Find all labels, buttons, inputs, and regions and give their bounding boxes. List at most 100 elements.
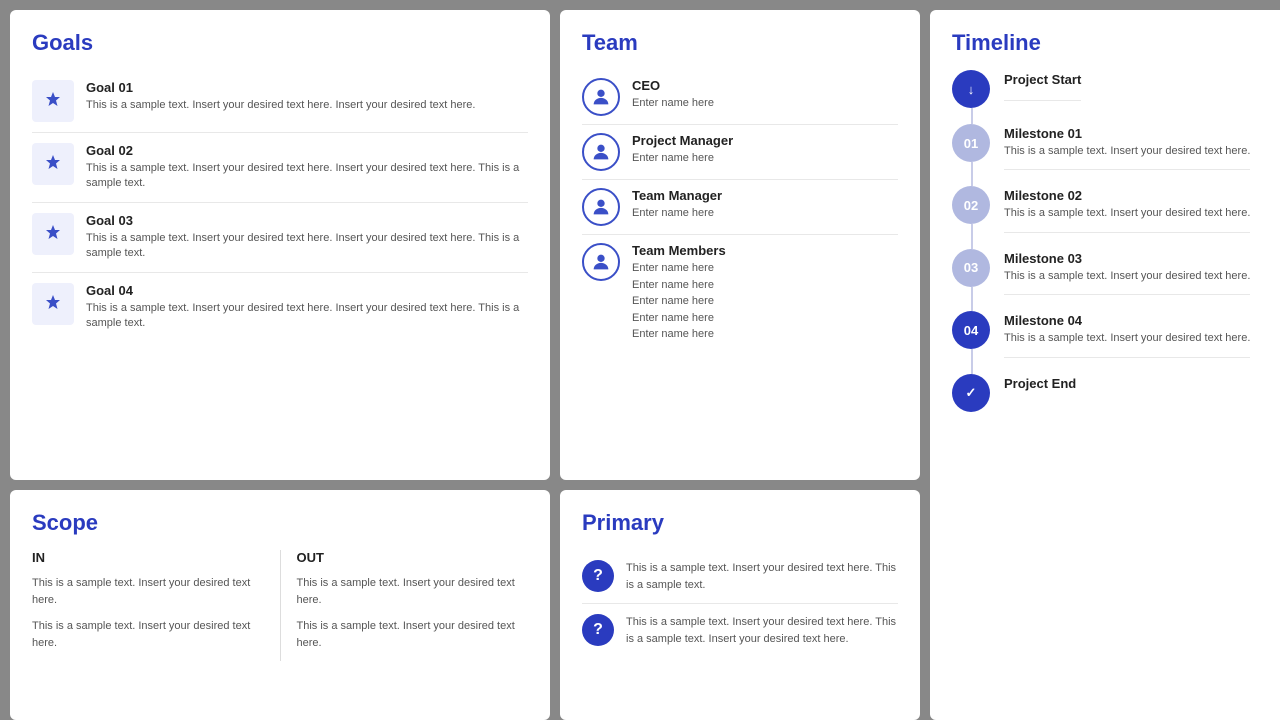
member-role: Project Manager [632,133,733,148]
goals-card: Goals Goal 01 This is a sample text. Ins… [10,10,550,480]
goal-label: Goal 02 [86,143,528,158]
member-role: CEO [632,78,714,93]
team-member-item: Team Manager Enter name here [582,180,898,235]
primary-text: This is a sample text. Insert your desir… [626,560,898,593]
goal-label: Goal 04 [86,283,528,298]
goal-label: Goal 01 [86,80,475,95]
timeline-node: 04 [952,311,990,349]
member-avatar [582,243,620,281]
goal-text: Goal 03 This is a sample text. Insert yo… [86,213,528,262]
timeline-node: ✓ [952,374,990,412]
goal-description: This is a sample text. Insert your desir… [86,231,528,262]
timeline-content: Project End [1004,374,1076,394]
goal-icon [32,213,74,255]
primary-icon: ? [582,614,614,646]
member-name: Enter name here [632,310,726,327]
goal-icon [32,283,74,325]
goal-description: This is a sample text. Insert your desir… [86,161,528,192]
scope-in-text: This is a sample text. Insert your desir… [32,618,264,651]
timeline-label: Milestone 02 [1004,188,1250,203]
timeline-content: Milestone 01 This is a sample text. Inse… [1004,124,1250,170]
team-title: Team [582,30,898,56]
timeline-label: Milestone 03 [1004,251,1250,266]
main-layout: Goals Goal 01 This is a sample text. Ins… [0,0,1280,720]
member-name: Enter name here [632,277,726,294]
timeline-label: Milestone 01 [1004,126,1250,141]
scope-in-paragraphs: This is a sample text. Insert your desir… [32,575,264,651]
team-member-item: Team Members Enter name hereEnter name h… [582,235,898,351]
goal-item: Goal 02 This is a sample text. Insert yo… [32,133,528,203]
team-member-item: Project Manager Enter name here [582,125,898,180]
scope-in-column: IN This is a sample text. Insert your de… [32,550,281,661]
timeline-content: Milestone 04 This is a sample text. Inse… [1004,311,1250,357]
member-info: Team Manager Enter name here [632,188,722,222]
primary-list: ? This is a sample text. Insert your des… [582,550,898,657]
goal-item: Goal 03 This is a sample text. Insert yo… [32,203,528,273]
timeline-text: This is a sample text. Insert your desir… [1004,144,1250,159]
timeline-card: Timeline ↓ Project Start 01 Milestone 01… [930,10,1280,720]
primary-item: ? This is a sample text. Insert your des… [582,604,898,657]
timeline-node: 01 [952,124,990,162]
timeline-text: This is a sample text. Insert your desir… [1004,331,1250,346]
goal-text: Goal 01 This is a sample text. Insert yo… [86,80,475,113]
scope-in-text: This is a sample text. Insert your desir… [32,575,264,608]
primary-item: ? This is a sample text. Insert your des… [582,550,898,604]
member-name: Enter name here [632,326,726,343]
team-card: Team CEO Enter name here Project Manager… [560,10,920,480]
member-role: Team Manager [632,188,722,203]
scope-out-text: This is a sample text. Insert your desir… [297,618,529,651]
scope-out-paragraphs: This is a sample text. Insert your desir… [297,575,529,651]
timeline-label: Milestone 04 [1004,313,1250,328]
member-info: CEO Enter name here [632,78,714,112]
timeline-item: ↓ Project Start [952,70,1268,124]
timeline-list: ↓ Project Start 01 Milestone 01 This is … [952,70,1268,428]
goal-text: Goal 02 This is a sample text. Insert yo… [86,143,528,192]
member-name: Enter name here [632,150,733,167]
timeline-item: 02 Milestone 02 This is a sample text. I… [952,186,1268,248]
timeline-item: 03 Milestone 03 This is a sample text. I… [952,249,1268,311]
goal-description: This is a sample text. Insert your desir… [86,301,528,332]
goal-icon [32,80,74,122]
timeline-node: 03 [952,249,990,287]
primary-icon: ? [582,560,614,592]
team-list: CEO Enter name here Project Manager Ente… [582,70,898,351]
scope-out-heading: OUT [297,550,529,565]
goal-icon [32,143,74,185]
scope-out-text: This is a sample text. Insert your desir… [297,575,529,608]
timeline-text: This is a sample text. Insert your desir… [1004,206,1250,221]
timeline-node: 02 [952,186,990,224]
goal-item: Goal 01 This is a sample text. Insert yo… [32,70,528,133]
member-avatar [582,188,620,226]
primary-card: Primary ? This is a sample text. Insert … [560,490,920,720]
timeline-text: This is a sample text. Insert your desir… [1004,269,1250,284]
timeline-item: 04 Milestone 04 This is a sample text. I… [952,311,1268,373]
goal-label: Goal 03 [86,213,528,228]
scope-columns: IN This is a sample text. Insert your de… [32,550,528,661]
scope-card: Scope IN This is a sample text. Insert y… [10,490,550,720]
goal-text: Goal 04 This is a sample text. Insert yo… [86,283,528,332]
goal-item: Goal 04 This is a sample text. Insert yo… [32,273,528,342]
goal-description: This is a sample text. Insert your desir… [86,98,475,113]
scope-title: Scope [32,510,528,536]
member-name: Enter name here [632,293,726,310]
member-info: Team Members Enter name hereEnter name h… [632,243,726,343]
goals-title: Goals [32,30,528,56]
timeline-title: Timeline [952,30,1268,56]
goals-list: Goal 01 This is a sample text. Insert yo… [32,70,528,341]
timeline-node: ↓ [952,70,990,108]
timeline-content: Milestone 02 This is a sample text. Inse… [1004,186,1250,232]
timeline-label: Project End [1004,376,1076,391]
timeline-content: Milestone 03 This is a sample text. Inse… [1004,249,1250,295]
timeline-item: ✓ Project End [952,374,1268,428]
primary-title: Primary [582,510,898,536]
timeline-label: Project Start [1004,72,1081,87]
member-avatar [582,133,620,171]
member-name: Enter name here [632,205,722,222]
timeline-item: 01 Milestone 01 This is a sample text. I… [952,124,1268,186]
primary-text: This is a sample text. Insert your desir… [626,614,898,647]
scope-out-column: OUT This is a sample text. Insert your d… [281,550,529,661]
member-info: Project Manager Enter name here [632,133,733,167]
scope-in-heading: IN [32,550,264,565]
timeline-content: Project Start [1004,70,1081,101]
member-avatar [582,78,620,116]
